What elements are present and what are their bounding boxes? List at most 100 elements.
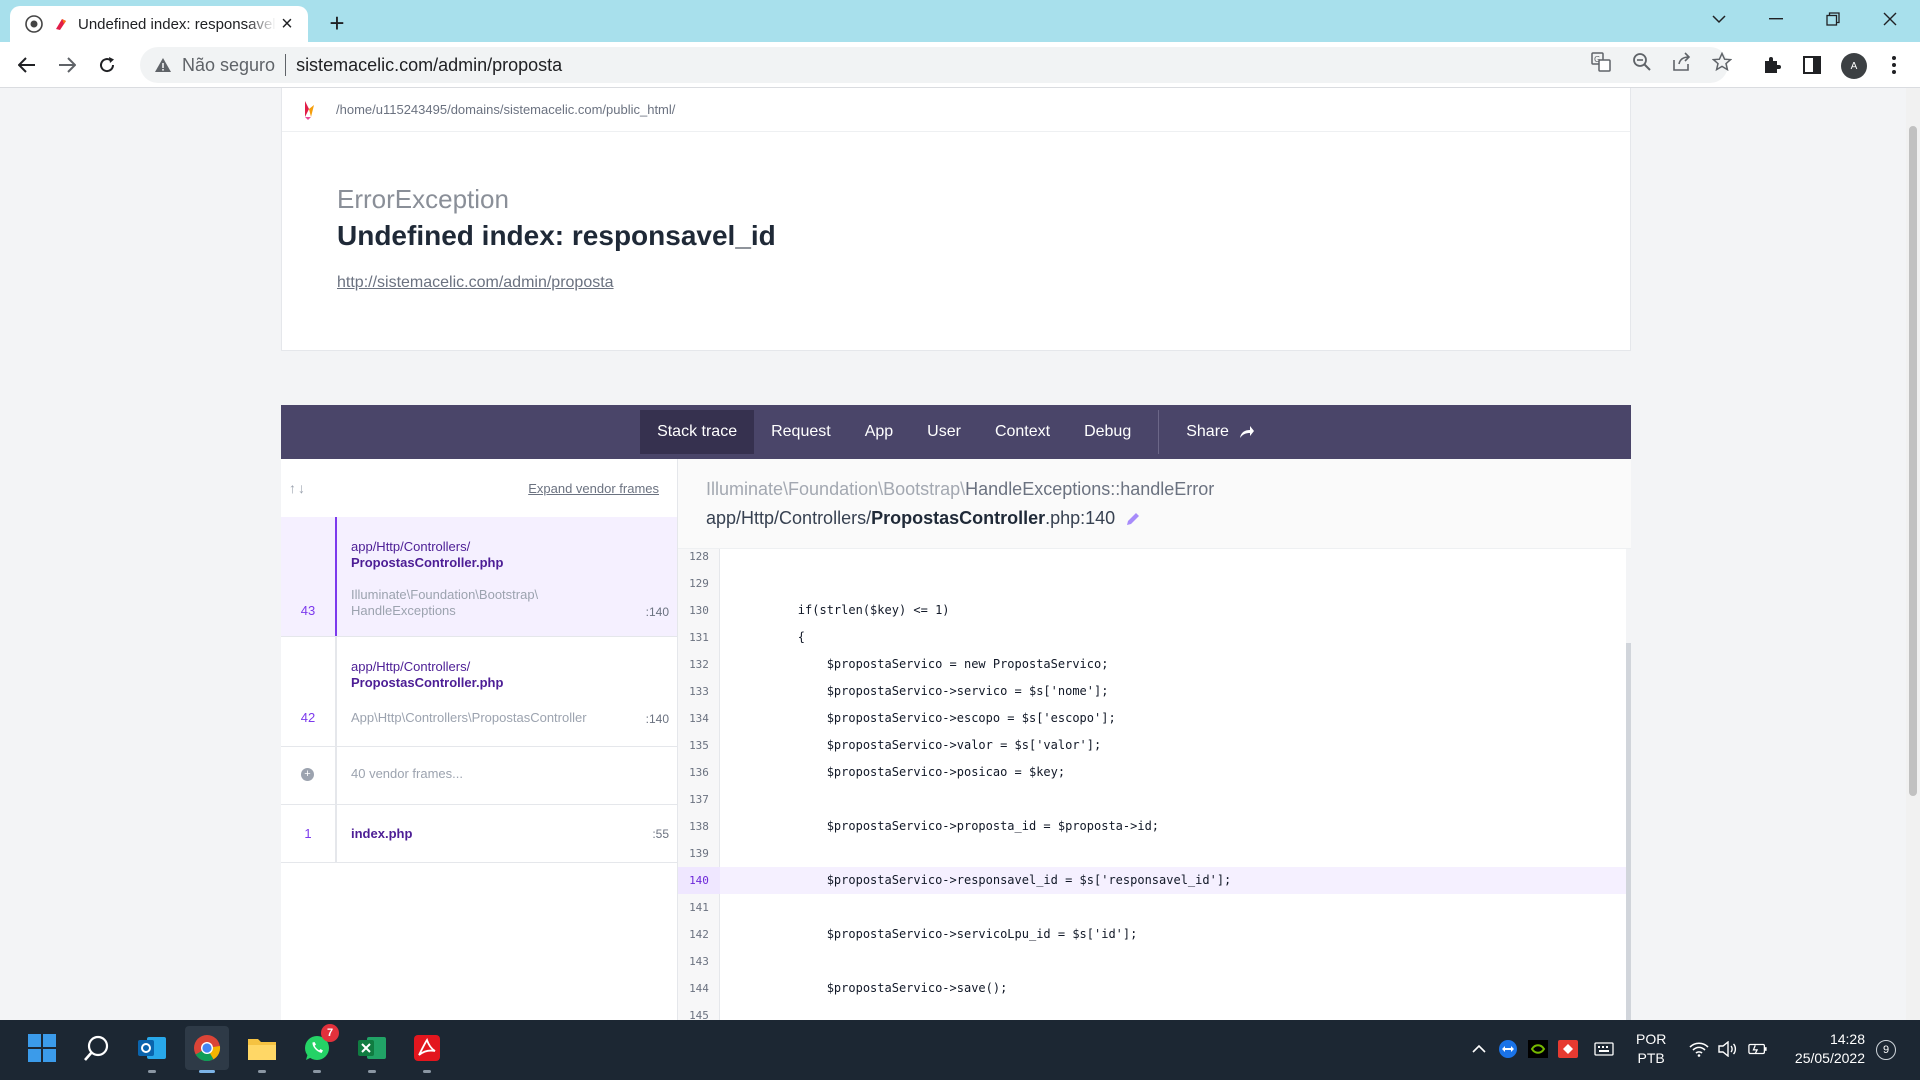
extensions-icon[interactable] [1760,53,1784,77]
side-panel-icon[interactable] [1800,53,1824,77]
line-source: $propostaServico->responsavel_id = $s['r… [740,873,1232,887]
frame-marker [335,517,337,636]
windows-logo-icon [28,1034,56,1062]
nvidia-icon[interactable] [1528,1039,1548,1059]
close-window-button[interactable] [1862,0,1918,38]
anydesk-icon[interactable] [1558,1039,1578,1059]
folder-icon [248,1039,276,1060]
line-source: $propostaServico = new PropostaServico; [740,657,1109,671]
tab-app[interactable]: App [848,410,910,454]
tray-overflow-icon[interactable] [1469,1039,1489,1059]
notification-badge[interactable]: 9 [1876,1040,1896,1060]
file-explorer-app[interactable] [240,1026,284,1073]
stack-frame-42[interactable]: 42 app/Http/Controllers/ PropostasContro… [281,637,677,747]
warning-icon [155,58,171,72]
exception-message: Undefined index: responsavel_id [337,220,776,251]
battery-icon[interactable] [1748,1039,1768,1059]
more-menu-icon[interactable] [1882,53,1906,77]
frame-nav-arrows[interactable]: ↑↓ [289,480,307,496]
security-status[interactable]: Não seguro [182,55,275,76]
tab-user[interactable]: User [910,410,978,454]
page-scrollbar[interactable] [1906,88,1920,1020]
error-tabs: Stack trace Request App User Context Deb… [281,405,1631,459]
code-line: 136 $propostaServico->posicao = $key; [678,759,1626,786]
start-button[interactable] [20,1026,64,1070]
tab-debug[interactable]: Debug [1067,410,1148,454]
acrobat-app[interactable] [405,1026,449,1073]
line-number: 144 [689,982,709,995]
reload-button[interactable] [91,49,123,81]
edit-pencil-icon[interactable] [1125,511,1141,527]
translate-icon[interactable]: G [1590,51,1612,73]
frame-marker [335,637,337,746]
teamviewer-icon[interactable] [1498,1039,1518,1059]
code-scrollbar[interactable] [1626,549,1631,1020]
frame-class: App\Http\Controllers\PropostasController [351,710,587,725]
forward-button[interactable] [51,49,83,81]
keyboard-layout: PTB [1637,1050,1665,1066]
tab-search-icon[interactable] [1691,0,1747,38]
keyboard-icon[interactable] [1594,1039,1614,1059]
running-indicator [258,1070,266,1073]
line-number: 145 [689,1009,709,1020]
bookmark-star-icon[interactable] [1711,51,1733,73]
line-number: 136 [689,766,709,779]
share-page-icon[interactable] [1671,51,1693,73]
tab-separator [1158,410,1160,454]
exception-class: ErrorException [337,184,509,214]
tab-share[interactable]: Share [1169,410,1272,454]
file-ext-text: .php:140 [1045,508,1116,528]
expand-vendor-frames-link[interactable]: Expand vendor frames [528,481,659,496]
profile-avatar[interactable]: A [1841,53,1867,79]
chrome-icon [194,1035,221,1062]
restore-button[interactable] [1805,0,1861,38]
browser-tabstrip: Undefined index: responsavel_id × + [0,0,1920,42]
excel-app[interactable] [350,1026,394,1073]
address-bar[interactable]: Não seguro sistemacelic.com/admin/propos… [140,47,1728,83]
page-scrollbar-thumb[interactable] [1909,126,1917,796]
outlook-app[interactable] [130,1026,174,1073]
code-scrollbar-thumb[interactable] [1626,643,1631,1020]
request-url-link[interactable]: http://sistemacelic.com/admin/proposta [337,274,614,292]
back-button[interactable] [11,49,43,81]
stacktrace-card: Stack trace Request App User Context Deb… [281,405,1631,1020]
line-source: $propostaServico->save(); [740,981,1008,995]
excel-icon [358,1037,386,1059]
path-bar: /home/u115243495/domains/sistemacelic.co… [282,88,1630,132]
class-method-text: HandleExceptions::handleError [965,479,1215,499]
tab-context[interactable]: Context [978,410,1067,454]
vendor-frames-collapsed[interactable]: + 40 vendor frames... [281,747,677,805]
minimize-button[interactable] [1748,0,1804,38]
whatsapp-app[interactable]: 7 [295,1024,339,1073]
line-number: 142 [689,928,709,941]
line-number: 134 [689,712,709,725]
stack-frame-1[interactable]: 1 index.php :55 [281,805,677,863]
input-language[interactable]: POR PTB [1636,1030,1666,1068]
clock[interactable]: 14:28 25/05/2022 [1785,1030,1865,1068]
clock-time: 14:28 [1829,1031,1865,1047]
line-number: 135 [689,739,709,752]
chrome-app[interactable] [185,1026,229,1073]
line-number: 133 [689,685,709,698]
code-line: 129 [678,570,1626,597]
browser-tab[interactable]: Undefined index: responsavel_id × [10,6,308,42]
zoom-icon[interactable] [1631,51,1653,73]
code-line: 139 [678,840,1626,867]
code-line: 137 [678,786,1626,813]
frame-number: 42 [300,710,316,725]
url-text[interactable]: sistemacelic.com/admin/proposta [296,55,562,76]
tab-stack-trace[interactable]: Stack trace [640,410,755,454]
line-number: 139 [689,847,709,860]
wifi-icon[interactable] [1689,1039,1709,1059]
frame-marker [335,747,337,804]
code-line: 128 [678,549,1626,570]
line-source: $propostaServico->servico = $s['nome']; [740,684,1109,698]
stack-frame-43[interactable]: 43 app/Http/Controllers/ PropostasContro… [281,517,677,637]
new-tab-button[interactable]: + [322,8,352,38]
tab-request[interactable]: Request [754,410,848,454]
search-button[interactable] [75,1026,119,1070]
volume-icon[interactable] [1718,1039,1738,1059]
close-tab-icon[interactable]: × [276,13,298,35]
running-indicator [199,1070,215,1073]
line-source: $propostaServico->valor = $s['valor']; [740,738,1102,752]
